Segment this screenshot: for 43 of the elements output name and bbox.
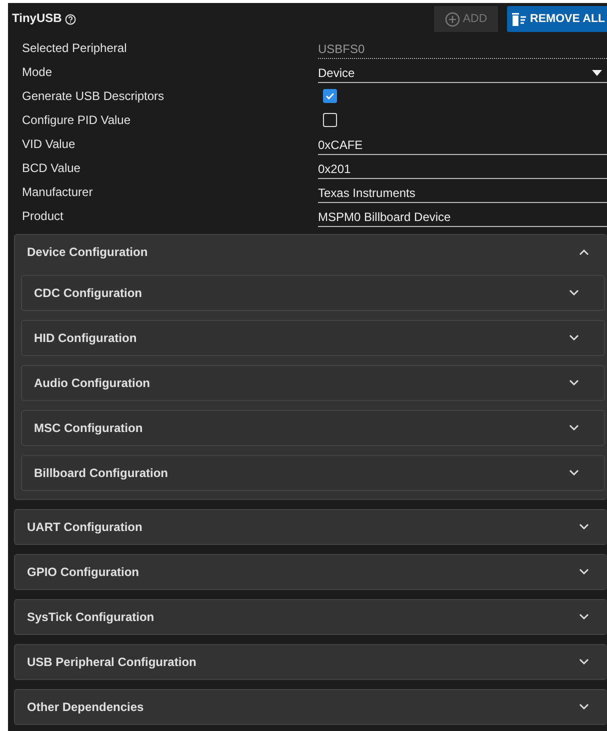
mode-dropdown[interactable]: Device (318, 66, 607, 82)
section-header[interactable]: GPIO Configuration (15, 555, 607, 589)
section-header[interactable]: USB Peripheral Configuration (15, 645, 607, 679)
trash-list-icon (511, 12, 528, 26)
field-label: BCD Value (22, 161, 82, 175)
remove-all-button[interactable]: REMOVE ALL (507, 6, 607, 32)
subsection-header[interactable]: Audio Configuration (21, 365, 605, 401)
chevron-icon (569, 470, 579, 476)
subsection-header[interactable]: MSC Configuration (21, 410, 605, 446)
section-header[interactable]: Device Configuration (15, 235, 607, 269)
input-field[interactable]: 0x201 (318, 162, 607, 178)
chevron-icon (569, 290, 579, 296)
subsection-header[interactable]: CDC Configuration (21, 275, 605, 311)
chevron-icon (579, 659, 589, 665)
field-label: Mode (22, 65, 54, 79)
field-label: Manufacturer (22, 185, 94, 199)
field-label: Product (22, 209, 64, 223)
subsection-header[interactable]: HID Configuration (21, 320, 605, 356)
section-header[interactable]: Other Dependencies (15, 690, 607, 724)
checkbox[interactable] (323, 89, 337, 103)
input-field[interactable]: MSPM0 Billboard Device (318, 210, 607, 226)
field-label: Configure PID Value (22, 113, 132, 127)
field-label: VID Value (22, 137, 76, 151)
panel-title: TinyUSB (12, 11, 62, 25)
help-icon[interactable] (64, 14, 76, 25)
plus-circle-icon (444, 12, 460, 26)
field-label: Generate USB Descriptors (22, 89, 166, 103)
readonly-field: USBFS0 (318, 42, 607, 58)
input-field[interactable]: Texas Instruments (318, 186, 607, 202)
chevron-icon (579, 614, 589, 620)
chevron-icon (579, 569, 589, 575)
field-label: Selected Peripheral (22, 41, 128, 55)
chevron-icon (569, 425, 579, 431)
section-header[interactable]: UART Configuration (15, 510, 607, 544)
caret-icon (592, 70, 602, 76)
chevron-icon (569, 335, 579, 341)
input-field[interactable]: 0xCAFE (318, 138, 607, 154)
chevron-icon (579, 524, 589, 530)
chevron-icon (579, 704, 589, 710)
chevron-icon (579, 249, 589, 255)
subsection-header[interactable]: Billboard Configuration (21, 455, 605, 491)
section-header[interactable]: SysTick Configuration (15, 600, 607, 634)
chevron-icon (569, 380, 579, 386)
